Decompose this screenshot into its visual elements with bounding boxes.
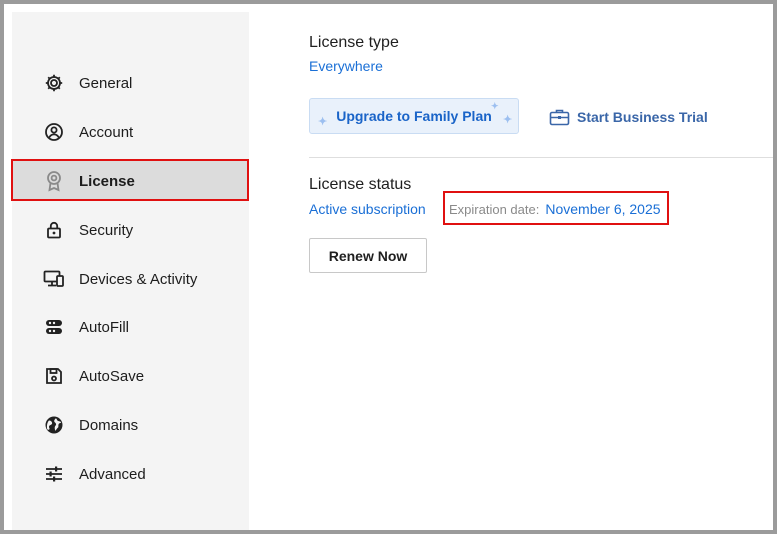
sidebar-item-autofill[interactable]: AutoFill [12,307,249,347]
expiration-label: Expiration date: [449,201,540,217]
sparkle-icon: ✦ [491,101,499,111]
sidebar-item-label: AutoSave [79,367,145,385]
sparkle-icon: ✦ [503,114,513,126]
floppy-disk-icon [43,365,65,387]
sidebar-item-license[interactable]: License [12,161,249,201]
upgrade-button-label: Upgrade to Family Plan [336,108,492,124]
sidebar-item-label: AutoFill [79,318,130,336]
sidebar-item-label: Account [79,123,134,141]
sidebar-item-security[interactable]: Security [12,210,249,250]
upgrade-family-plan-button[interactable]: ✦ Upgrade to Family Plan ✦ ✦ [309,98,519,134]
sidebar-item-advanced[interactable]: Advanced [12,454,249,494]
sparkle-icon: ✦ [318,116,328,128]
sidebar-item-domains[interactable]: Domains [12,405,249,445]
user-circle-icon [43,121,65,143]
briefcase-icon [549,108,570,126]
sidebar-item-label: Security [79,221,134,239]
sidebar-item-general[interactable]: General [12,63,249,103]
section-divider [309,157,773,158]
expiration-value: November 6, 2025 [545,201,661,217]
badge-icon [43,170,65,192]
devices-icon [43,268,65,290]
sliders-icon [43,463,65,485]
renew-now-button[interactable]: Renew Now [309,238,427,273]
license-status-value: Active subscription [309,201,426,217]
sidebar-item-devices-activity[interactable]: Devices & Activity [12,259,249,299]
globe-icon [43,414,65,436]
license-status-title: License status [309,176,412,193]
sidebar-item-label: License [79,172,135,190]
autofill-icon [43,316,65,338]
sidebar-item-label: General [79,74,133,92]
lock-icon [43,219,65,241]
sidebar-item-label: Domains [79,416,139,434]
sidebar-item-autosave[interactable]: AutoSave [12,356,249,396]
sidebar-item-label: Advanced [79,465,146,483]
sidebar-item-account[interactable]: Account [12,112,249,152]
renew-button-label: Renew Now [328,247,408,264]
expiration-date: Expiration date: November 6, 2025 [449,201,661,217]
sidebar-item-label: Devices & Activity [79,270,198,288]
gear-icon [43,72,65,94]
sidebar: General Account License Security Devices… [12,12,249,530]
start-business-trial-button[interactable]: Start Business Trial [549,104,708,130]
license-type-value: Everywhere [309,58,383,74]
trial-button-label: Start Business Trial [577,109,708,125]
license-type-title: License type [309,34,399,51]
